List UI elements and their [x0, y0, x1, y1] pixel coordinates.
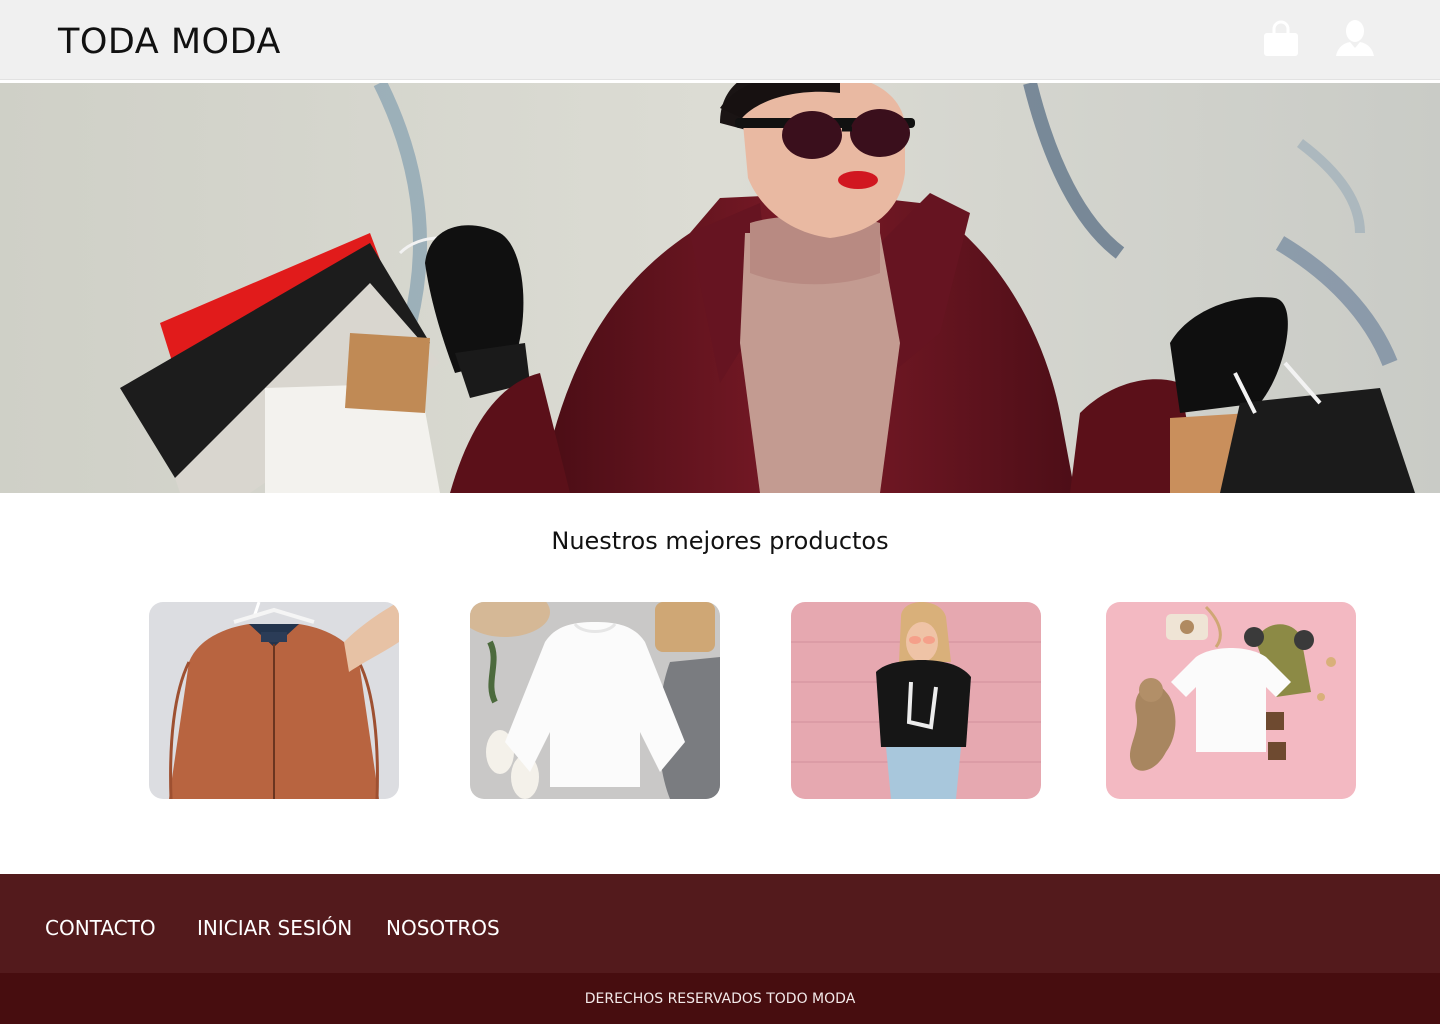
- hero-image: [0, 83, 1440, 493]
- site-header: TODA MODA: [0, 0, 1440, 80]
- product-image: [149, 602, 399, 799]
- user-icon[interactable]: [1335, 18, 1375, 58]
- hero-banner: [0, 83, 1440, 493]
- product-image: [470, 602, 720, 799]
- product-card-sweatshirt[interactable]: [470, 602, 720, 799]
- product-image: [1106, 602, 1356, 799]
- copyright-text: DERECHOS RESERVADOS TODO MODA: [584, 991, 856, 1007]
- brand-logo[interactable]: TODA MODA: [58, 20, 281, 64]
- footer-link-nosotros[interactable]: NOSOTROS: [386, 914, 500, 942]
- product-card-kids-tee[interactable]: [1106, 602, 1356, 799]
- products-heading: Nuestros mejores productos: [551, 527, 889, 555]
- footer-link-contacto[interactable]: CONTACTO: [45, 914, 156, 942]
- footer-bottom: DERECHOS RESERVADOS TODO MODA: [0, 973, 1440, 1024]
- product-image: [791, 602, 1041, 799]
- product-card-jacket[interactable]: [149, 602, 399, 799]
- product-card-tshirt[interactable]: [791, 602, 1041, 799]
- footer-nav: CONTACTO INICIAR SESIÓN NOSOTROS: [0, 874, 1440, 973]
- footer-link-iniciar-sesion[interactable]: INICIAR SESIÓN: [197, 914, 352, 942]
- shopping-bag-icon[interactable]: [1261, 18, 1301, 58]
